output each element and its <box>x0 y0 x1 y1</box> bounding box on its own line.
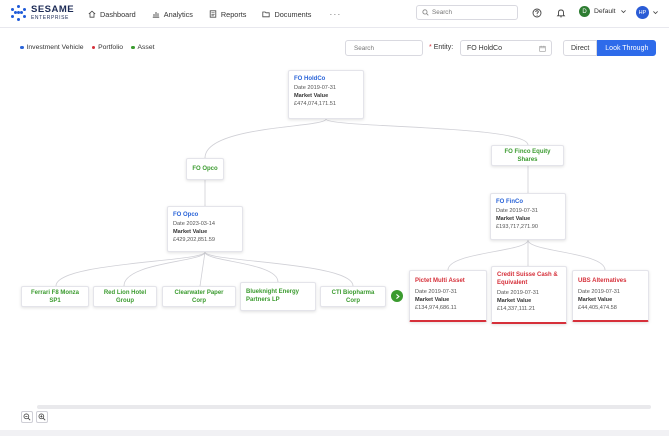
node-title: FO HoldCo <box>294 76 326 82</box>
node-market-value: £44,405,474.58 <box>578 305 617 311</box>
node-title: FO FinCo <box>496 199 523 205</box>
zoom-out-button[interactable] <box>21 411 33 423</box>
node-title: FO Opco <box>173 212 199 218</box>
node-title: Credit Suisse Cash & Equivalent <box>497 272 558 286</box>
node-market-value: £134,974,686.11 <box>415 305 457 311</box>
market-value-label: Market Value <box>294 93 329 99</box>
node-fo-opco-asset[interactable]: FO Opco <box>186 158 224 180</box>
chevron-right-icon <box>395 293 400 299</box>
node-asset[interactable]: Ferrari F8 Monza SP1 <box>21 286 89 307</box>
horizontal-scrollbar[interactable] <box>37 405 651 409</box>
node-title: Clearwater Paper Corp <box>174 289 224 304</box>
node-fo-opco[interactable]: FO Opco Date 2023-03-14 Market Value £42… <box>167 206 243 252</box>
node-portfolio[interactable]: UBS Alternatives Date 2019-07-31 Market … <box>572 270 649 322</box>
node-title: Red Lion Hotel Group <box>103 289 147 304</box>
node-date: 2019-07-31 <box>307 85 337 91</box>
date-label: Date <box>497 290 509 296</box>
node-date: 2019-07-31 <box>510 290 540 296</box>
node-fo-finco-equity-shares[interactable]: FO Finco Equity Shares <box>491 145 564 166</box>
node-title: Blueknight Energy Partners LP <box>246 289 300 303</box>
market-value-label: Market Value <box>496 216 531 222</box>
market-value-label: Market Value <box>578 297 613 303</box>
market-value-label: Market Value <box>173 229 208 235</box>
date-label: Date <box>578 289 590 295</box>
node-title: Ferrari F8 Monza SP1 <box>30 289 79 304</box>
node-fo-finco[interactable]: FO FinCo Date 2019-07-31 Market Value £1… <box>490 193 566 240</box>
node-portfolio[interactable]: Pictet Multi Asset Date 2019-07-31 Marke… <box>409 270 487 322</box>
node-fo-holdco[interactable]: FO HoldCo Date 2019-07-31 Market Value £… <box>288 70 364 119</box>
node-asset[interactable]: CTI Biopharma Corp <box>320 286 386 307</box>
node-market-value: £193,717,271.90 <box>496 224 538 230</box>
node-title: FO Finco Equity Shares <box>504 148 551 163</box>
zoom-in-button[interactable] <box>36 411 48 423</box>
ownership-tree: FO HoldCo Date 2019-07-31 Market Value £… <box>0 0 669 436</box>
node-title: CTI Biopharma Corp <box>331 289 375 304</box>
node-title: FO Opco <box>192 166 218 172</box>
date-label: Date <box>294 85 306 91</box>
node-date: 2019-07-31 <box>591 289 621 295</box>
node-market-value: £474,074,171.51 <box>294 101 336 107</box>
node-portfolio[interactable]: Credit Suisse Cash & Equivalent Date 201… <box>491 266 567 324</box>
date-label: Date <box>415 289 427 295</box>
window-bottom-edge <box>0 430 669 436</box>
node-market-value: £429,202,851.59 <box>173 237 215 243</box>
node-asset[interactable]: Clearwater Paper Corp <box>162 286 236 307</box>
node-date: 2019-07-31 <box>428 289 458 295</box>
node-date: 2019-07-31 <box>509 208 539 214</box>
expand-next-button[interactable] <box>391 290 403 302</box>
market-value-label: Market Value <box>415 297 450 303</box>
node-title: Pictet Multi Asset <box>415 278 465 284</box>
node-date: 2023-03-14 <box>186 221 216 227</box>
date-label: Date <box>173 221 185 227</box>
node-title: UBS Alternatives <box>578 278 627 284</box>
node-asset[interactable]: Blueknight Energy Partners LP <box>240 282 316 311</box>
zoom-out-icon <box>23 413 31 421</box>
node-asset[interactable]: Red Lion Hotel Group <box>93 286 157 307</box>
tree-links <box>55 118 606 287</box>
market-value-label: Market Value <box>497 298 532 304</box>
date-label: Date <box>496 208 508 214</box>
zoom-in-icon <box>38 413 46 421</box>
node-market-value: £14,337,111.21 <box>497 306 536 312</box>
